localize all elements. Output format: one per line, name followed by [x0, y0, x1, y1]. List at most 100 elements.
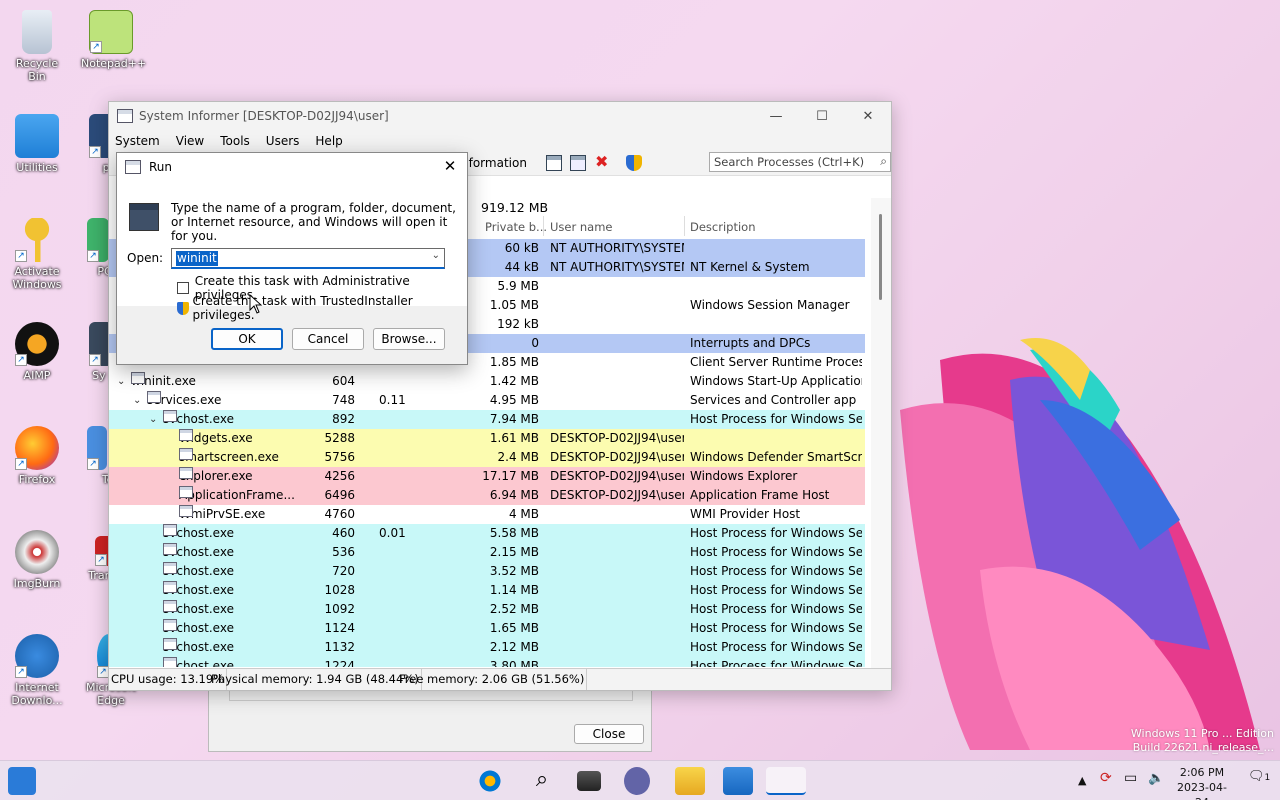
- clock[interactable]: 2:06 PM 2023-04-24: [1172, 765, 1232, 800]
- cancel-button[interactable]: Cancel: [292, 328, 364, 350]
- teams-icon: ↗: [87, 426, 107, 470]
- chevron-down-icon[interactable]: ⌄: [149, 410, 157, 429]
- search-icon[interactable]: ⌕: [880, 154, 887, 169]
- widgets-icon[interactable]: [8, 767, 36, 795]
- table-row[interactable]: ⌄ services.exe 748 0.11 4.95 MB Services and …: [109, 391, 865, 410]
- menu-view[interactable]: View: [176, 134, 204, 148]
- browse-button[interactable]: Browse...: [373, 328, 445, 350]
- process-name: svchost.exe: [163, 638, 234, 654]
- close-icon[interactable]: ✕: [439, 157, 461, 175]
- find-window-icon[interactable]: [570, 155, 586, 171]
- task-view-icon[interactable]: [577, 771, 601, 791]
- window-icon[interactable]: [546, 155, 562, 171]
- chevron-down-icon[interactable]: ⌄: [117, 372, 125, 391]
- minimize-icon[interactable]: —: [753, 102, 799, 130]
- notification-icon[interactable]: 🗨1: [1248, 769, 1270, 786]
- menu-system[interactable]: System: [115, 134, 160, 148]
- chevron-down-icon[interactable]: ⌄: [133, 391, 141, 410]
- trustedinstaller-option[interactable]: Create this task with TrustedInstaller p…: [177, 294, 467, 322]
- process-pid: 1224: [324, 659, 355, 667]
- process-private-bytes: 2.12 MB: [489, 640, 539, 654]
- process-icon: [163, 543, 177, 555]
- recycle-bin-icon: [22, 10, 52, 54]
- start-button[interactable]: [475, 767, 505, 795]
- search-input[interactable]: Search Processes (Ctrl+K) ⌕: [709, 152, 891, 172]
- folder-icon: [15, 114, 59, 158]
- desktop-icon-recycle-bin[interactable]: Recycle Bin: [7, 10, 67, 83]
- process-description: Services and Controller app: [690, 393, 857, 407]
- network-icon[interactable]: ▭: [1124, 771, 1137, 786]
- table-row[interactable]: svchost.exe 1224 3.80 MB Host Process for W…: [109, 657, 865, 667]
- shield-icon[interactable]: [626, 155, 642, 171]
- file-explorer-icon[interactable]: [675, 767, 705, 795]
- scrollbar-thumb[interactable]: [879, 214, 882, 300]
- process-icon: [163, 562, 177, 574]
- terminate-icon[interactable]: ✖: [595, 154, 611, 171]
- process-icon: [179, 505, 193, 517]
- open-input-value[interactable]: wininit: [176, 251, 218, 266]
- run-title-bar[interactable]: Run: [117, 153, 467, 181]
- process-user-name: DESKTOP-D02JJ94\user: [550, 488, 684, 502]
- checkbox[interactable]: [177, 282, 189, 294]
- system-information-button[interactable]: nformation: [461, 156, 527, 170]
- desktop-icon-aimp[interactable]: ↗ AIMP: [7, 322, 67, 382]
- process-private-bytes: 3.80 MB: [489, 659, 539, 667]
- pc-manager-icon: ↗: [87, 218, 109, 262]
- table-row[interactable]: ⌄ wininit.exe 604 1.42 MB Windows Start-Up A…: [109, 372, 865, 391]
- menu-users[interactable]: Users: [266, 134, 300, 148]
- chat-icon[interactable]: [624, 767, 650, 795]
- close-icon[interactable]: ✕: [845, 102, 891, 130]
- process-name: svchost.exe: [163, 657, 234, 667]
- process-description: Host Process for Windows Ser...: [690, 545, 862, 559]
- table-row[interactable]: svchost.exe 720 3.52 MB Host Process for Wi…: [109, 562, 865, 581]
- ok-button[interactable]: OK: [211, 328, 283, 350]
- table-row[interactable]: svchost.exe 460 0.01 5.58 MB Host Process fo…: [109, 524, 865, 543]
- notepadpp-icon: ↗: [89, 10, 133, 54]
- system-informer-taskbar-icon[interactable]: [766, 767, 806, 795]
- desktop-icon-activate-windows[interactable]: ↗ Activate Windows: [7, 218, 67, 291]
- chevron-down-icon[interactable]: ⌄: [432, 250, 440, 261]
- maximize-icon[interactable]: ☐: [799, 102, 845, 130]
- volume-icon[interactable]: 🔈: [1148, 771, 1164, 786]
- table-row[interactable]: Widgets.exe 5288 1.61 MB DESKTOP-D02JJ94\us…: [109, 429, 865, 448]
- desktop-icon-notepadpp[interactable]: ↗ Notepad++: [81, 10, 146, 70]
- process-pid: 892: [332, 412, 355, 426]
- table-row[interactable]: ⌄ svchost.exe 892 7.94 MB Host Process for W…: [109, 410, 865, 429]
- process-user-name: DESKTOP-D02JJ94\user: [550, 431, 684, 445]
- table-row[interactable]: smartscreen.exe 5756 2.4 MB DESKTOP-D02JJ94…: [109, 448, 865, 467]
- process-pid: 720: [332, 564, 355, 578]
- menu-tools[interactable]: Tools: [220, 134, 250, 148]
- store-icon[interactable]: [723, 767, 753, 795]
- sync-icon[interactable]: ⟳: [1100, 771, 1112, 786]
- table-row[interactable]: svchost.exe 536 2.15 MB Host Process for Wi…: [109, 543, 865, 562]
- close-button[interactable]: Close: [574, 724, 644, 744]
- column-user-name[interactable]: User name: [550, 220, 612, 234]
- vertical-scrollbar[interactable]: [871, 198, 891, 668]
- desktop-icon-utilities[interactable]: Utilities: [7, 114, 67, 174]
- process-icon: [163, 619, 177, 631]
- desktop-icon-imgburn[interactable]: ImgBurn: [7, 530, 67, 590]
- desktop-icon-firefox[interactable]: ↗ Firefox: [7, 426, 67, 486]
- table-row[interactable]: svchost.exe 1028 1.14 MB Host Process for W…: [109, 581, 865, 600]
- run-dialog: Run ✕ Type the name of a program, folder…: [116, 152, 468, 365]
- table-row[interactable]: svchost.exe 1124 1.65 MB Host Process for W…: [109, 619, 865, 638]
- process-icon: [179, 486, 193, 498]
- table-row[interactable]: svchost.exe 1132 2.12 MB Host Process for W…: [109, 638, 865, 657]
- column-private-bytes[interactable]: Private b...: [485, 220, 547, 234]
- status-physical-memory: Physical memory: 1.94 GB (48.44%): [209, 669, 422, 690]
- process-description: Windows Explorer: [690, 469, 798, 483]
- column-description[interactable]: Description: [690, 220, 756, 234]
- table-row[interactable]: WmiPrvSE.exe 4760 4 MB WMI Provider Host: [109, 505, 865, 524]
- process-description: Windows Start-Up Application: [690, 374, 862, 388]
- open-combobox[interactable]: wininit ⌄: [171, 248, 445, 269]
- table-row[interactable]: explorer.exe 4256 17.17 MB DESKTOP-D02JJ94\…: [109, 467, 865, 486]
- desktop-icon-internet-download-manager[interactable]: ↗ Internet Downlo...: [7, 634, 67, 707]
- process-name: svchost.exe: [163, 410, 234, 426]
- search-icon[interactable]: ⌕: [527, 767, 557, 795]
- show-hidden-icons-icon[interactable]: ▲: [1078, 773, 1086, 788]
- table-row[interactable]: ApplicationFrame... 6496 6.94 MB DESKTOP-D0…: [109, 486, 865, 505]
- menu-help[interactable]: Help: [315, 134, 342, 148]
- process-user-name: DESKTOP-D02JJ94\user: [550, 450, 684, 464]
- table-row[interactable]: svchost.exe 1092 2.52 MB Host Process for W…: [109, 600, 865, 619]
- process-pid: 1132: [324, 640, 355, 654]
